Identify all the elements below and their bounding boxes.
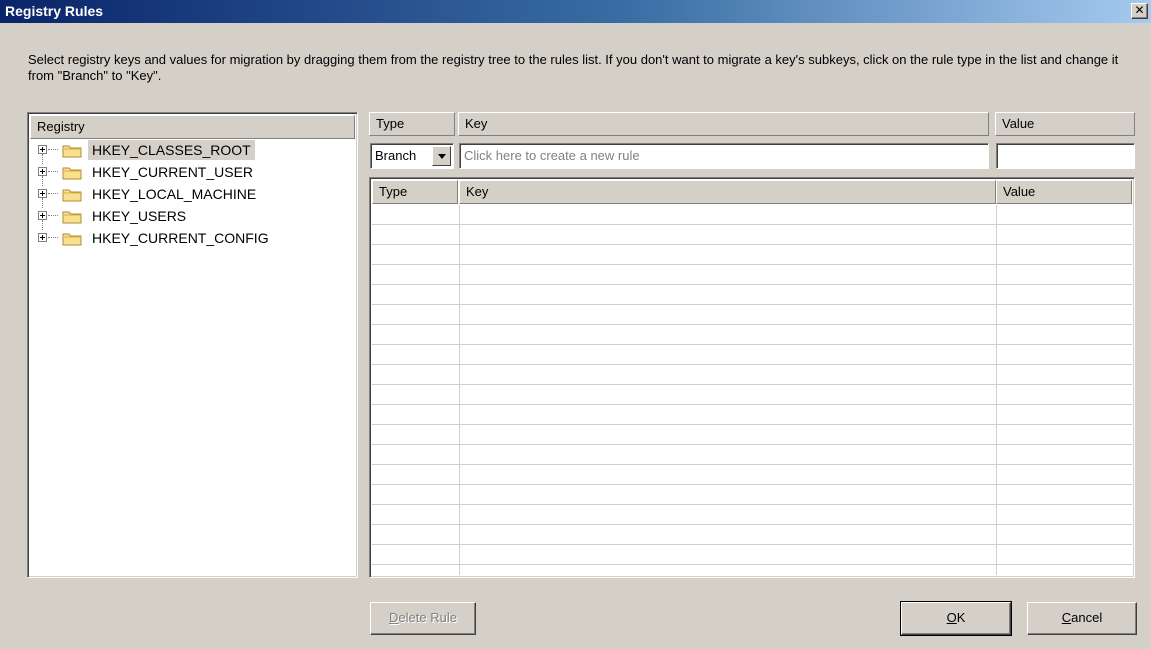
tree-item-label[interactable]: HKEY_CURRENT_USER bbox=[88, 162, 257, 182]
empty-row bbox=[372, 205, 1132, 225]
tree-item-label[interactable]: HKEY_CURRENT_CONFIG bbox=[88, 228, 273, 248]
tree-item[interactable]: HKEY_LOCAL_MACHINE bbox=[30, 184, 355, 208]
registry-tree[interactable]: Registry HKEY_CLASSES_ROOT HKEY_CURRENT_U… bbox=[27, 112, 358, 578]
empty-row bbox=[372, 225, 1132, 245]
folder-icon bbox=[62, 189, 82, 202]
folder-icon bbox=[62, 211, 82, 224]
title-bar: Registry Rules ✕ bbox=[0, 0, 1151, 23]
tree-item[interactable]: HKEY_USERS bbox=[30, 206, 355, 230]
tree-connector bbox=[48, 237, 58, 238]
new-rule-key-input[interactable]: Click here to create a new rule bbox=[459, 143, 989, 169]
tree-item-label[interactable]: HKEY_USERS bbox=[88, 206, 190, 226]
type-dropdown-value: Branch bbox=[375, 148, 417, 163]
empty-row bbox=[372, 285, 1132, 305]
folder-icon bbox=[62, 145, 82, 158]
new-rule-value-input[interactable] bbox=[996, 143, 1135, 169]
empty-row bbox=[372, 265, 1132, 285]
tree-item[interactable]: HKEY_CLASSES_ROOT bbox=[30, 140, 355, 164]
folder-icon bbox=[62, 233, 82, 246]
rules-value-header[interactable]: Value bbox=[996, 180, 1132, 204]
empty-row bbox=[372, 345, 1132, 365]
type-dropdown[interactable]: Branch bbox=[370, 143, 454, 169]
tree-connector bbox=[48, 193, 58, 194]
rules-key-header[interactable]: Key bbox=[459, 180, 996, 204]
expand-plus-icon[interactable] bbox=[38, 167, 47, 176]
expand-plus-icon[interactable] bbox=[38, 233, 47, 242]
empty-row bbox=[372, 525, 1132, 545]
registry-header: Registry bbox=[30, 115, 355, 139]
tree-connector bbox=[48, 149, 58, 150]
empty-row bbox=[372, 405, 1132, 425]
tree-item-label[interactable]: HKEY_CLASSES_ROOT bbox=[88, 140, 255, 160]
empty-row bbox=[372, 505, 1132, 525]
tree-item[interactable]: HKEY_CURRENT_CONFIG bbox=[30, 228, 355, 250]
close-icon[interactable]: ✕ bbox=[1131, 3, 1148, 19]
tree-item[interactable]: HKEY_CURRENT_USER bbox=[30, 162, 355, 186]
tree-item-label[interactable]: HKEY_LOCAL_MACHINE bbox=[88, 184, 260, 204]
empty-row bbox=[372, 445, 1132, 465]
empty-row bbox=[372, 325, 1132, 345]
rules-type-header[interactable]: Type bbox=[372, 180, 458, 204]
empty-row bbox=[372, 245, 1132, 265]
column-divider bbox=[459, 205, 460, 575]
expand-plus-icon[interactable] bbox=[38, 145, 47, 154]
empty-row bbox=[372, 565, 1132, 585]
ok-button[interactable]: OK bbox=[900, 601, 1012, 636]
folder-icon bbox=[62, 167, 82, 180]
tree-connector bbox=[48, 171, 58, 172]
window-title: Registry Rules bbox=[5, 3, 104, 19]
empty-row bbox=[372, 545, 1132, 565]
delete-rule-button[interactable]: Delete Rule bbox=[370, 602, 476, 635]
instructions-text: Select registry keys and values for migr… bbox=[28, 52, 1119, 83]
empty-row bbox=[372, 425, 1132, 445]
tree-connector bbox=[48, 215, 58, 216]
dropdown-arrow-icon[interactable] bbox=[432, 146, 451, 166]
empty-row bbox=[372, 465, 1132, 485]
new-rule-value-header: Value bbox=[995, 112, 1135, 136]
empty-row bbox=[372, 485, 1132, 505]
expand-plus-icon[interactable] bbox=[38, 189, 47, 198]
rules-list[interactable]: Type Key Value bbox=[369, 177, 1135, 585]
empty-row bbox=[372, 385, 1132, 405]
empty-row bbox=[372, 305, 1132, 325]
column-divider bbox=[996, 205, 997, 575]
cancel-button[interactable]: Cancel bbox=[1027, 602, 1137, 635]
new-rule-type-header: Type bbox=[369, 112, 455, 136]
new-rule-key-header: Key bbox=[458, 112, 989, 136]
expand-plus-icon[interactable] bbox=[38, 211, 47, 220]
empty-row bbox=[372, 365, 1132, 385]
